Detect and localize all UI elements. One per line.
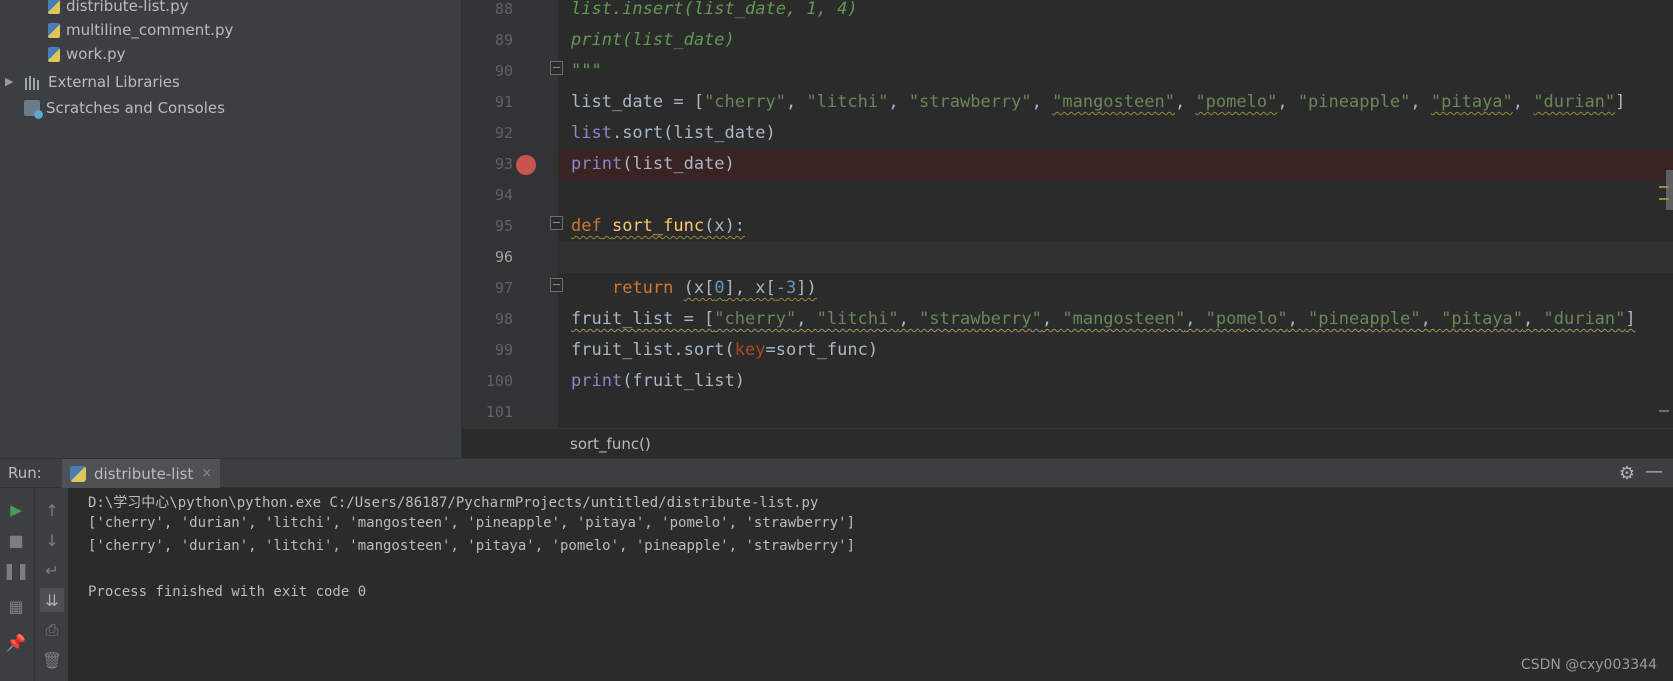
scroll-to-end-icon[interactable]: ⇊ [40,588,64,612]
code-line-92: list.sort(list_date) [571,123,776,143]
console-line: ['cherry', 'durian', 'litchi', 'mangoste… [88,515,856,531]
tree-item-work[interactable]: work.py [48,41,125,67]
console-line: Process finished with exit code 0 [88,584,367,600]
console-line: D:\学习中心\python\python.exe C:/Users/86187… [88,495,819,511]
trash-icon[interactable]: 🗑 [40,648,64,672]
breadcrumb-bar: sort_func() [462,428,1673,459]
line-number: 88 [494,0,513,18]
line-number: 96 [494,248,513,266]
pause-icon[interactable]: ❚❚ [3,558,30,582]
code-line-91: list_date = ["cherry", "litchi", "strawb… [571,92,1626,112]
python-file-icon [48,22,60,38]
code-line-97: return (x[0], x[-3]) [611,278,817,298]
tree-item-external-libraries[interactable]: External Libraries [24,69,180,95]
run-toolbar: Run: distribute-list × ⚙ — [0,458,1673,488]
code-line-96 [559,242,1673,273]
line-number: 95 [494,217,513,235]
code-line-100: print(fruit_list) [571,371,746,391]
close-icon[interactable]: × [201,466,212,481]
print-icon[interactable]: ⎙ [40,618,64,642]
python-file-icon [48,46,60,62]
code-editor[interactable]: 88 89 90 91 92 93 94 95 96 97 98 99 100 … [462,0,1673,428]
tree-item-label: distribute-list.py [66,0,189,15]
expand-arrow-icon[interactable]: ▶ [5,75,13,88]
minimize-icon[interactable]: — [1645,461,1663,482]
watermark: CSDN @cxy003344 [1520,657,1657,673]
scratches-icon [24,100,43,119]
breakpoint-icon[interactable] [516,155,536,175]
tree-item-scratches[interactable]: Scratches and Consoles [24,95,225,121]
tree-item-label: External Libraries [48,73,180,91]
project-panel: distribute-list.py multiline_comment.py … [0,0,461,458]
library-icon [24,74,42,90]
soft-wrap-icon[interactable]: ↵ [40,558,64,582]
line-number: 94 [494,186,513,204]
pin-icon[interactable]: 📌 [4,630,28,654]
run-side-toolbar: ▶ ■ ❚❚ ▦ 📌 ↑ ↓ ↵ ⇊ ⎙ 🗑 [0,488,68,681]
line-number: 99 [494,341,513,359]
line-number: 98 [494,310,513,328]
run-tab-label: distribute-list [94,464,194,483]
code-line-90: """ [571,61,602,81]
code-line-98: fruit_list = ["cherry", "litchi", "straw… [571,309,1636,329]
code-line-99: fruit_list.sort(key=sort_func) [571,340,879,360]
console-output[interactable]: D:\学习中心\python\python.exe C:/Users/86187… [68,488,1673,681]
gear-icon[interactable]: ⚙ [1619,463,1635,484]
warning-marker[interactable] [1659,186,1669,188]
down-arrow-icon[interactable]: ↓ [40,528,64,552]
code-line-89: print(list_date) [571,30,735,50]
warning-marker[interactable] [1659,198,1669,200]
python-file-icon [48,0,60,14]
code-line-95: def sort_func(x): [571,216,746,236]
line-number: 93 [494,155,513,173]
line-number: 90 [494,62,513,80]
editor-scrollbar-thumb[interactable] [1666,170,1673,210]
up-arrow-icon[interactable]: ↑ [40,498,64,522]
line-number: 101 [485,403,513,421]
rerun-icon[interactable]: ▶ [4,498,28,522]
line-number: 100 [485,372,513,390]
python-file-icon [70,465,86,482]
layout-icon[interactable]: ▦ [4,594,28,618]
line-number: 91 [494,93,513,111]
run-tab[interactable]: distribute-list × [62,459,221,488]
stop-icon[interactable]: ■ [4,528,28,552]
code-text-area[interactable]: list.insert(list_date, 1, 4) print(list_… [559,0,1673,428]
tree-item-label: work.py [66,45,126,63]
line-number: 92 [494,124,513,142]
editor-gutter[interactable]: 88 89 90 91 92 93 94 95 96 97 98 99 100 … [462,0,563,428]
tree-item-label: Scratches and Consoles [46,99,225,117]
run-label: Run: [8,464,42,482]
console-line: ['cherry', 'durian', 'litchi', 'mangoste… [88,538,856,554]
line-number: 89 [494,31,513,49]
line-number: 97 [494,279,513,297]
code-line-93: print(list_date) [559,149,1673,180]
scroll-marker[interactable] [1659,410,1669,412]
code-line-88: list.insert(list_date, 1, 4) [571,0,858,19]
tree-item-multiline-comment[interactable]: multiline_comment.py [48,17,233,43]
breadcrumb[interactable]: sort_func() [570,435,651,453]
tree-item-label: multiline_comment.py [66,21,234,39]
